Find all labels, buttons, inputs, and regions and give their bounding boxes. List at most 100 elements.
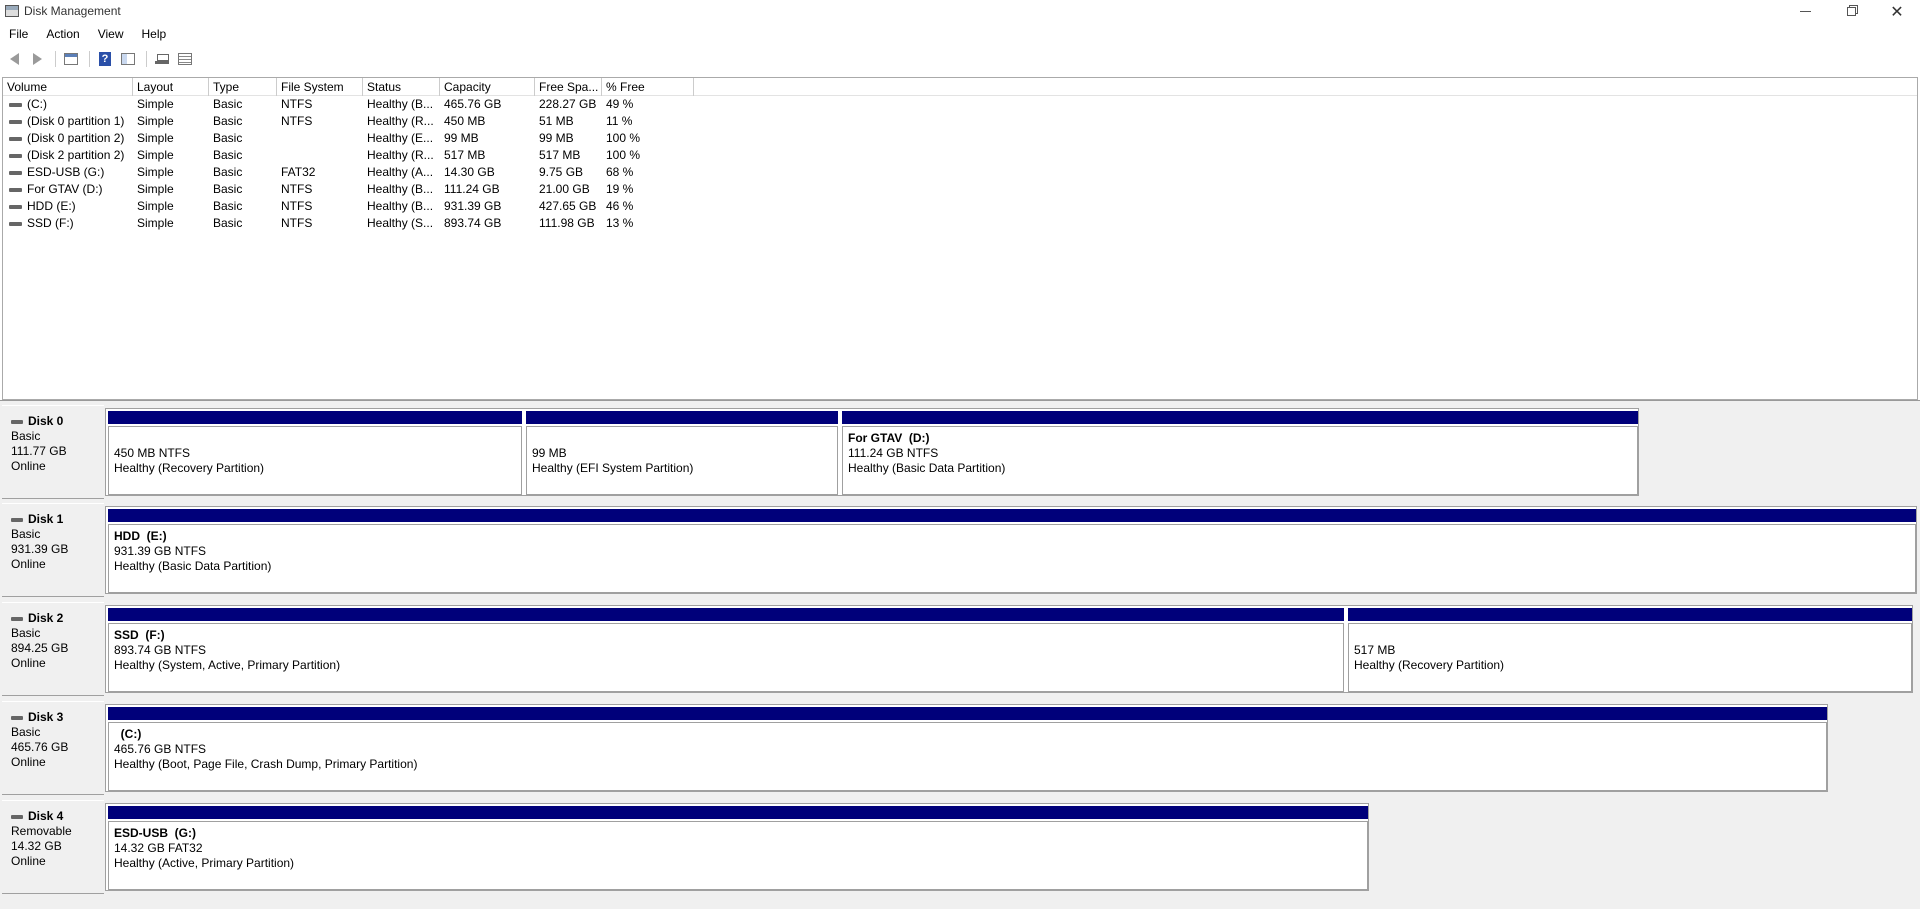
table-row[interactable]: ESD-USB (G:) Simple Basic FAT32 Healthy (A..… [3, 164, 1917, 181]
cell-free: 111.98 GB [539, 216, 595, 230]
table-row[interactable]: For GTAV (D:) Simple Basic NTFS Healthy (B..… [3, 181, 1917, 198]
cell-free: 99 MB [539, 131, 574, 145]
forward-button[interactable] [27, 49, 47, 69]
cell-capacity: 893.74 GB [444, 216, 502, 230]
partition-size-fs: 450 MB NTFS [114, 446, 191, 460]
partition-block[interactable]: 450 MB NTFS Healthy (Recovery Partition) [106, 409, 524, 497]
disk-label[interactable]: Disk 3 Basic 465.76 GB Online [2, 701, 104, 795]
disk-name: Disk 2 [11, 611, 104, 626]
disk-name-text: Disk 1 [28, 512, 64, 526]
partition-name: (C:) [114, 727, 142, 741]
partition-block[interactable]: For GTAV (D:) 111.24 GB NTFS Healthy (Basi… [840, 409, 1640, 497]
column-header-status[interactable]: Status [363, 78, 440, 96]
partition-size-fs: 111.24 GB NTFS [848, 446, 939, 460]
cell-pct: 19 % [606, 182, 634, 196]
disk-label[interactable]: Disk 2 Basic 894.25 GB Online [2, 602, 104, 696]
volume-name: (C:) [27, 97, 47, 111]
table-row[interactable]: HDD (E:) Simple Basic NTFS Healthy (B... 931.… [3, 198, 1917, 215]
disk-status: Online [11, 557, 46, 571]
disk-name-text: Disk 4 [28, 809, 64, 823]
volume-icon [9, 102, 22, 107]
table-row[interactable]: (Disk 0 partition 2) Simple Basic Healthy (… [3, 130, 1917, 147]
table-row[interactable]: (Disk 2 partition 2) Simple Basic Healthy (… [3, 147, 1917, 164]
cell-layout: Simple [137, 182, 174, 196]
disk-status: Online [11, 755, 46, 769]
cell-volume: HDD (E:) [3, 198, 133, 215]
disk-name: Disk 4 [11, 809, 104, 824]
disk-partition-strip: HDD (E:) 931.39 GB NTFS Healthy (Basic Dat… [105, 506, 1917, 594]
cell-status: Healthy (S... [367, 216, 434, 230]
column-header-percent-free[interactable]: % Free [602, 78, 694, 96]
cell-status: Healthy (R... [367, 114, 434, 128]
column-header-capacity[interactable]: Capacity [440, 78, 535, 96]
partition-block[interactable]: ESD-USB (G:) 14.32 GB FAT32 Healthy (Activ… [106, 804, 1370, 892]
partition-body: (C:) 465.76 GB NTFS Healthy (Boot, Page Fi… [108, 722, 1827, 791]
volume-name: For GTAV (D:) [27, 182, 103, 196]
column-header-layout[interactable]: Layout [133, 78, 209, 96]
menu-file[interactable]: File [0, 27, 37, 41]
cell-capacity: 111.24 GB [444, 182, 500, 196]
disk-label[interactable]: Disk 0 Basic 111.77 GB Online [2, 405, 104, 499]
table-row[interactable]: (C:) Simple Basic NTFS Healthy (B... 465.76 G… [3, 96, 1917, 113]
partition-size-fs: 14.32 GB FAT32 [114, 841, 203, 855]
connect-disk-button[interactable] [152, 49, 172, 69]
partition-header-bar [108, 411, 522, 424]
table-row[interactable]: (Disk 0 partition 1) Simple Basic NTFS Healt… [3, 113, 1917, 130]
window-title: Disk Management [24, 4, 121, 18]
partition-name [114, 431, 521, 446]
cell-pct: 13 % [606, 216, 634, 230]
table-row[interactable]: SSD (F:) Simple Basic NTFS Healthy (S... 893.… [3, 215, 1917, 232]
column-header-file-system[interactable]: File System [277, 78, 363, 96]
cell-pct: 49 % [606, 97, 634, 111]
volume-list[interactable]: Volume Layout Type File System Status Ca… [2, 77, 1918, 400]
column-header-free-space[interactable]: Free Spa... [535, 78, 602, 96]
menu-action[interactable]: Action [37, 27, 88, 41]
cell-type: Basic [213, 131, 243, 145]
title-bar: Disk Management ✕ [0, 0, 1920, 22]
cell-type: Basic [213, 182, 243, 196]
disk-graphical-view: Disk 0 Basic 111.77 GB Online 450 MB NTFS Hea… [0, 405, 1920, 909]
properties-button[interactable] [118, 49, 138, 69]
partition-status: Healthy (Active, Primary Partition) [114, 856, 295, 870]
help-icon: ? [99, 52, 111, 66]
disk-label[interactable]: Disk 4 Removable 14.32 GB Online [2, 800, 104, 894]
disk-label[interactable]: Disk 1 Basic 931.39 GB Online [2, 503, 104, 597]
disk-row: Disk 3 Basic 465.76 GB Online (C:) 465.76 GB… [0, 701, 1920, 795]
disk-type: Basic [11, 725, 41, 739]
volume-list-button[interactable] [175, 49, 195, 69]
partition-block[interactable]: 517 MB Healthy (Recovery Partition) [1346, 606, 1914, 694]
volume-name: ESD-USB (G:) [27, 165, 105, 179]
column-header-type[interactable]: Type [209, 78, 277, 96]
partition-block[interactable]: HDD (E:) 931.39 GB NTFS Healthy (Basic Dat… [106, 507, 1918, 595]
back-button[interactable] [4, 49, 24, 69]
menu-view[interactable]: View [89, 27, 133, 41]
close-button[interactable]: ✕ [1874, 0, 1920, 22]
partition-block[interactable]: (C:) 465.76 GB NTFS Healthy (Boot, Page Fi… [106, 705, 1829, 793]
disk-row: Disk 2 Basic 894.25 GB Online SSD (F:) 893.74… [0, 602, 1920, 696]
minimize-button[interactable] [1782, 0, 1828, 22]
cell-type: Basic [213, 114, 243, 128]
cell-layout: Simple [137, 131, 174, 145]
partition-block[interactable]: 99 MB Healthy (EFI System Partition) [524, 409, 840, 497]
disk-icon [11, 517, 23, 522]
disk-name: Disk 1 [11, 512, 104, 527]
volume-icon [9, 119, 22, 124]
show-hide-console-tree-button[interactable] [61, 49, 81, 69]
cell-capacity: 450 MB [444, 114, 486, 128]
cell-type: Basic [213, 165, 243, 179]
volume-name: (Disk 0 partition 1) [27, 114, 125, 128]
partition-status: Healthy (Boot, Page File, Crash Dump, Pr… [114, 757, 418, 771]
partition-status: Healthy (EFI System Partition) [532, 461, 694, 475]
cell-free: 9.75 GB [539, 165, 584, 179]
column-header-volume[interactable]: Volume [3, 78, 133, 96]
disk-row: Disk 0 Basic 111.77 GB Online 450 MB NTFS Hea… [0, 405, 1920, 499]
back-icon [9, 53, 19, 65]
restore-button[interactable] [1828, 0, 1874, 22]
partition-block[interactable]: SSD (F:) 893.74 GB NTFS Healthy (System, A… [106, 606, 1346, 694]
cell-fs [277, 130, 363, 147]
disk-name-text: Disk 2 [28, 611, 64, 625]
partition-size-fs: 99 MB [532, 446, 567, 460]
menu-help[interactable]: Help [133, 27, 176, 41]
volume-list-rows: (C:) Simple Basic NTFS Healthy (B... 465.76 G… [3, 96, 1917, 232]
help-button[interactable]: ? [95, 49, 115, 69]
